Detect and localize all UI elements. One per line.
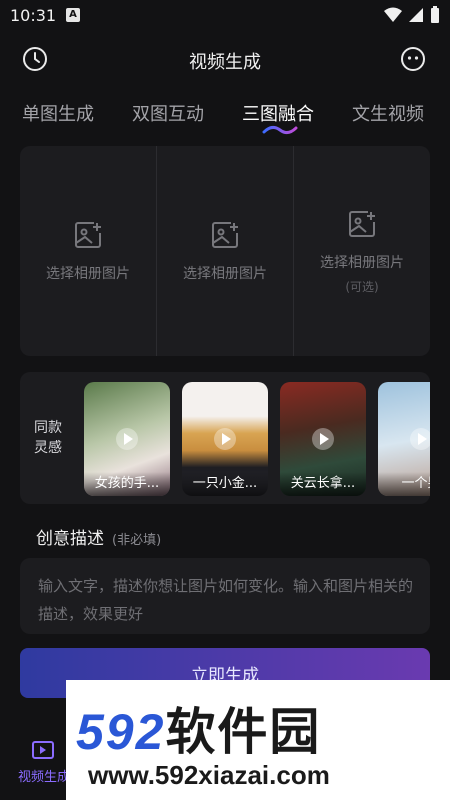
video-ai-icon xyxy=(32,741,54,759)
inspiration-card[interactable]: 一个男 xyxy=(378,382,430,496)
upload-slot-optional: (可选) xyxy=(345,279,379,294)
add-image-icon xyxy=(212,222,238,248)
signal-icon xyxy=(409,8,423,22)
inspiration-card-caption: 一只小金... xyxy=(182,472,268,496)
inspiration-card[interactable]: 一只小金... xyxy=(182,382,268,496)
notification-a-icon: A xyxy=(66,8,80,22)
watermark-logo: 592软件园 xyxy=(76,692,321,764)
add-image-icon xyxy=(349,210,375,237)
tab-three-image[interactable]: 三图融合 xyxy=(242,100,314,126)
watermark-url: www.592xiazai.com xyxy=(88,760,330,790)
tab-two-image[interactable]: 双图互动 xyxy=(132,100,204,126)
app-header: 视频生成 xyxy=(0,38,450,82)
upload-slot-label: 选择相册图片 xyxy=(320,254,404,271)
battery-icon xyxy=(431,6,439,23)
inspiration-card-caption: 女孩的手... xyxy=(84,472,170,496)
upload-slot-label: 选择相册图片 xyxy=(46,266,130,282)
status-icons xyxy=(384,6,440,24)
inspiration-card[interactable]: 女孩的手... xyxy=(84,382,170,496)
play-icon xyxy=(116,428,138,450)
page-title: 视频生成 xyxy=(189,52,261,73)
mode-tabs: 单图生成 双图互动 三图融合 文生视频 xyxy=(0,96,450,136)
wifi-icon xyxy=(384,7,402,22)
description-input[interactable]: 输入文字，描述你想让图片如何变化。输入和图片相关的描述，效果更好 xyxy=(20,558,430,634)
profile-button[interactable] xyxy=(398,44,428,74)
smiley-icon xyxy=(401,47,425,71)
upload-slot-3[interactable]: 选择相册图片 (可选) xyxy=(294,146,430,356)
watermark-overlay: 592软件园 www.592xiazai.com xyxy=(66,680,450,800)
upload-slot-2[interactable]: 选择相册图片 xyxy=(157,146,294,356)
play-icon xyxy=(410,428,430,450)
tab-text-to-video[interactable]: 文生视频 xyxy=(352,100,424,126)
active-tab-indicator xyxy=(262,125,298,135)
inspiration-card-caption: 关云长拿... xyxy=(280,472,366,496)
upload-slot-1[interactable]: 选择相册图片 xyxy=(20,146,157,356)
inspiration-card-caption: 一个男 xyxy=(378,472,430,496)
description-title-text: 创意描述 xyxy=(36,529,104,549)
image-upload-panel: 选择相册图片 选择相册图片 选择相册图片 (可选) xyxy=(20,146,430,356)
inspiration-label: 同款灵感 xyxy=(34,420,62,456)
watermark-cn: 软件园 xyxy=(165,704,322,760)
play-icon xyxy=(214,428,236,450)
add-image-icon xyxy=(75,222,101,248)
status-time: 10:31 xyxy=(10,6,57,25)
watermark-number: 592 xyxy=(76,704,166,760)
description-title: 创意描述 (非必填) xyxy=(36,524,161,549)
description-optional: (非必填) xyxy=(112,533,162,548)
tab-single-image[interactable]: 单图生成 xyxy=(22,100,94,126)
inspiration-cards: 女孩的手... 一只小金... 关云长拿... 一个男 xyxy=(84,382,430,496)
nav-label: 视频生成 xyxy=(17,770,70,785)
status-bar: 10:31 A xyxy=(0,0,450,32)
description-placeholder: 输入文字，描述你想让图片如何变化。输入和图片相关的描述，效果更好 xyxy=(38,577,414,623)
play-icon xyxy=(312,428,334,450)
inspiration-strip: 同款灵感 女孩的手... 一只小金... 关云长拿... 一个男 xyxy=(20,372,430,504)
inspiration-card[interactable]: 关云长拿... xyxy=(280,382,366,496)
upload-slot-label: 选择相册图片 xyxy=(183,266,267,282)
nav-video-generate[interactable]: 视频生成 xyxy=(14,740,74,785)
